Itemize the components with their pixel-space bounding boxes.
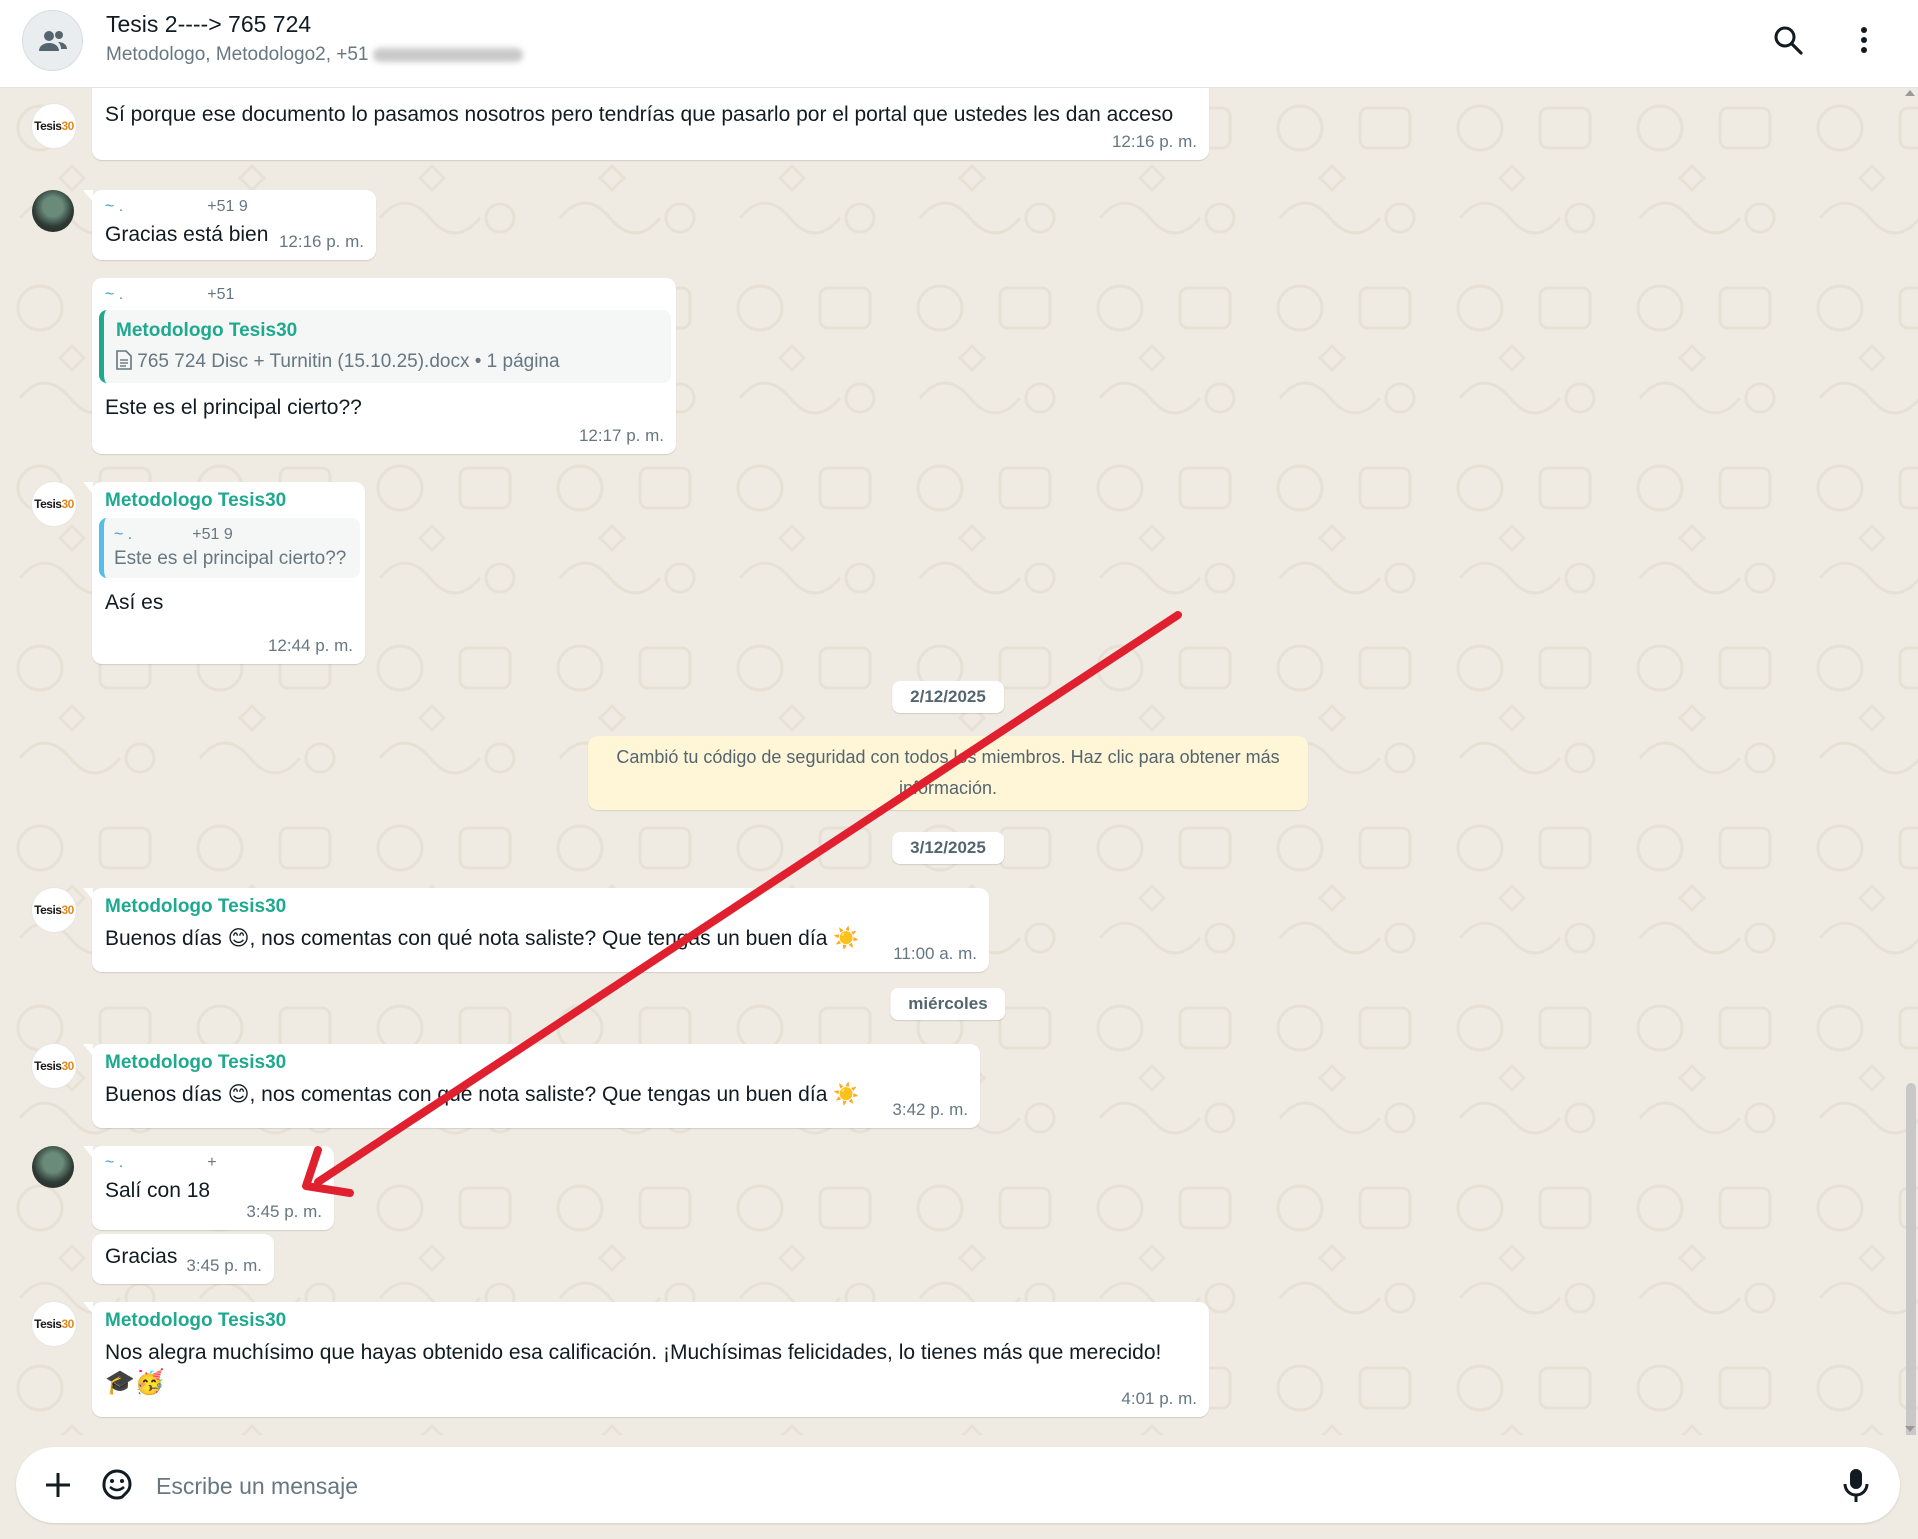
- avatar-logo-number: 30: [61, 497, 74, 511]
- avatar[interactable]: [32, 190, 74, 232]
- date-separator: 2/12/2025: [892, 681, 1004, 713]
- avatar[interactable]: Tesis30: [32, 482, 76, 526]
- message-time: 3:45 p. m.: [186, 1256, 262, 1275]
- chat-title[interactable]: Tesis 2----> 765 724: [106, 11, 311, 38]
- avatar-logo-text: Tesis: [34, 119, 62, 133]
- voice-message-button[interactable]: [1838, 1465, 1874, 1510]
- message-text: Este es el principal cierto??: [105, 396, 362, 419]
- avatar-logo-number: 30: [61, 1059, 74, 1073]
- sender-phone: ~ . +51: [105, 286, 664, 304]
- message-time: 11:00 a. m.: [893, 944, 977, 963]
- sticker-button[interactable]: [98, 1465, 136, 1508]
- scroll-up-arrow[interactable]: [1905, 90, 1915, 96]
- avatar-logo-text: Tesis: [34, 497, 62, 511]
- message-time: 3:45 p. m.: [246, 1202, 322, 1221]
- message-bubble[interactable]: ~ . + Salí con 18 3:45 p. m.: [83, 1146, 334, 1230]
- avatar[interactable]: Tesis30: [32, 1044, 76, 1088]
- message-input[interactable]: [154, 1459, 1798, 1513]
- message-composer[interactable]: [16, 1447, 1900, 1523]
- mic-icon: [1843, 1469, 1869, 1502]
- message-time: 12:16 p. m.: [278, 232, 364, 251]
- message-emojis: 🎓🥳: [105, 1368, 165, 1396]
- message-time: 12:16 p. m.: [1111, 132, 1197, 151]
- date-separator: miércoles: [890, 988, 1006, 1020]
- search-button[interactable]: [1770, 22, 1810, 62]
- redacted-phone: [372, 47, 523, 62]
- chat-header[interactable]: Tesis 2----> 765 724 Metodologo, Metodol…: [0, 0, 1918, 88]
- search-icon: [1774, 26, 1803, 55]
- message-text: Sí porque ese documento lo pasamos nosot…: [105, 103, 1174, 126]
- message-text: Nos alegra muchísimo que hayas obtenido …: [105, 1341, 1162, 1364]
- chat-members-text: Metodologo, Metodologo2, +51: [106, 44, 369, 65]
- message-sender: Metodologo Tesis30: [105, 896, 287, 917]
- message-sender: Metodologo Tesis30: [105, 490, 287, 511]
- message-bubble[interactable]: Metodologo Tesis30 Buenos días 😊, nos co…: [83, 888, 989, 972]
- sender-phone: ~ . +51 9: [105, 198, 364, 216]
- group-avatar[interactable]: [22, 10, 83, 71]
- quote-file-name: 765 724 Disc + Turnitin (15.10.25).docx …: [137, 351, 560, 372]
- message-bubble[interactable]: ~ . +51 9 Gracias está bien 12:16 p. m.: [83, 190, 376, 260]
- avatar[interactable]: Tesis30: [32, 1302, 76, 1346]
- message-bubble[interactable]: Metodologo Tesis30 ~ . +51 9 Este es el p…: [83, 482, 365, 664]
- attach-button[interactable]: [40, 1467, 76, 1508]
- scrollbar-thumb[interactable]: [1906, 1083, 1916, 1435]
- avatar-logo-number: 30: [61, 1317, 74, 1331]
- sticker-icon: [102, 1469, 132, 1500]
- message-bubble[interactable]: Sí porque ese documento lo pasamos nosot…: [92, 88, 1209, 160]
- security-notice[interactable]: Cambió tu código de seguridad con todos …: [588, 736, 1308, 810]
- sender-phone-text: +51: [207, 286, 235, 303]
- message-sender: Metodologo Tesis30: [105, 1310, 287, 1331]
- quote-phone: +51 9: [192, 526, 233, 543]
- sender-phone: ~ . +: [105, 1154, 322, 1172]
- menu-button[interactable]: [1846, 22, 1886, 62]
- chat-area[interactable]: Tesis30 Sí porque ese documento lo pasam…: [0, 88, 1918, 1435]
- message-text: Buenos días 😊, nos comentas con qué nota…: [105, 927, 860, 950]
- quote-sender: ~ . +51 9: [114, 526, 350, 544]
- message-text: Buenos días 😊, nos comentas con qué nota…: [105, 1083, 860, 1106]
- quote-text: Este es el principal cierto??: [114, 548, 347, 569]
- message-time: 12:44 p. m.: [267, 636, 353, 655]
- chat-members[interactable]: Metodologo, Metodologo2, +51: [106, 44, 523, 66]
- message-bubble[interactable]: Metodologo Tesis30 Buenos días 😊, nos co…: [83, 1044, 980, 1128]
- date-separator: 3/12/2025: [892, 832, 1004, 864]
- plus-icon: [46, 1473, 70, 1497]
- document-icon: [116, 350, 132, 370]
- message-time: 4:01 p. m.: [1121, 1389, 1197, 1408]
- message-time: 3:42 p. m.: [892, 1100, 968, 1119]
- avatar-logo-text: Tesis: [34, 903, 62, 917]
- sender-prefix: ~ .: [105, 1154, 124, 1171]
- avatar[interactable]: Tesis30: [32, 104, 76, 148]
- kebab-menu-icon: [1861, 27, 1867, 53]
- quote-author: Metodologo Tesis30: [116, 320, 298, 341]
- message-time: 12:17 p. m.: [578, 426, 664, 445]
- quote-prefix: ~ .: [114, 526, 133, 543]
- message-bubble[interactable]: ~ . +51 Metodologo Tesis30 765 724 Disc +…: [92, 278, 676, 454]
- sender-prefix: ~ .: [105, 286, 124, 303]
- sender-phone-text: +51 9: [207, 198, 248, 215]
- sender-prefix: ~ .: [105, 198, 124, 215]
- group-icon: [39, 31, 67, 51]
- message-text: Así es: [105, 591, 164, 614]
- sender-phone-text: +: [207, 1154, 217, 1171]
- quoted-message[interactable]: Metodologo Tesis30 765 724 Disc + Turnit…: [99, 310, 671, 383]
- quote-file: 765 724 Disc + Turnitin (15.10.25).docx …: [116, 350, 659, 373]
- quoted-message[interactable]: ~ . +51 9 Este es el principal cierto??: [99, 518, 360, 578]
- avatar[interactable]: Tesis30: [32, 888, 76, 932]
- message-bubble[interactable]: Metodologo Tesis30 Nos alegra muchísimo …: [83, 1302, 1209, 1417]
- avatar[interactable]: [32, 1146, 74, 1188]
- avatar-logo-text: Tesis: [34, 1317, 62, 1331]
- avatar-logo-text: Tesis: [34, 1059, 62, 1073]
- avatar-logo-number: 30: [61, 119, 74, 133]
- scroll-down-arrow[interactable]: [1905, 1426, 1915, 1432]
- avatar-logo-number: 30: [61, 903, 74, 917]
- message-sender: Metodologo Tesis30: [105, 1052, 287, 1073]
- message-bubble[interactable]: Gracias 3:45 p. m.: [92, 1234, 274, 1284]
